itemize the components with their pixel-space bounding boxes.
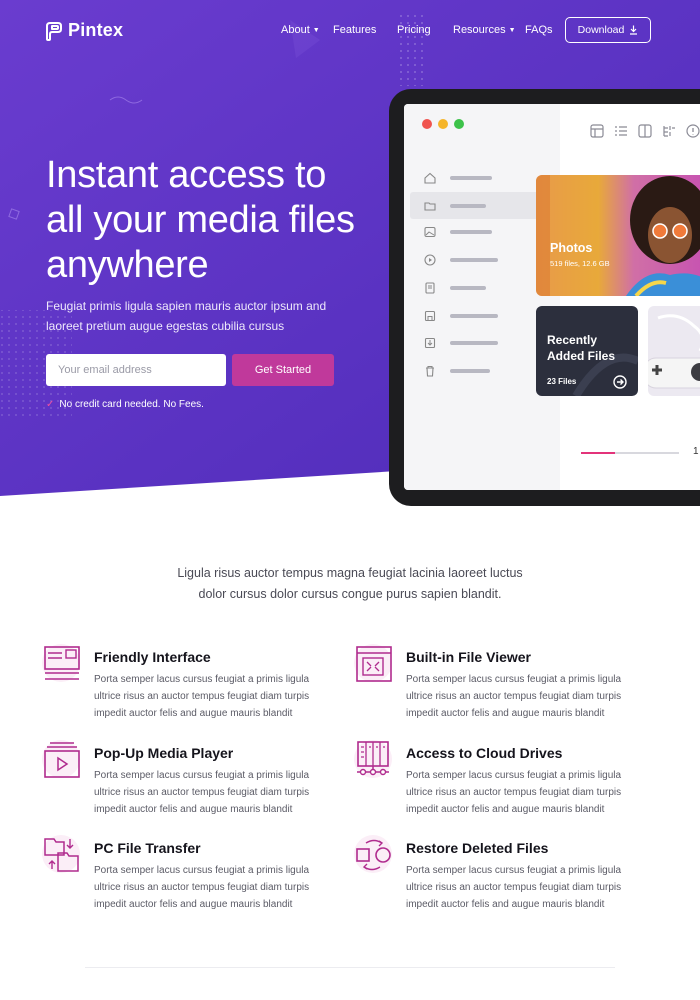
brand-logo[interactable]: Pintex — [46, 20, 123, 41]
grid-view-icon[interactable] — [590, 124, 604, 138]
sidebar-placeholder-bar — [450, 203, 486, 208]
nav-about[interactable]: About ▼ — [281, 24, 320, 36]
sidebar-placeholder-bar — [450, 369, 490, 373]
document-icon — [425, 282, 435, 294]
brand-name: Pintex — [68, 20, 124, 40]
sidebar-placeholder-bar — [450, 314, 498, 318]
sidebar-item-downloads[interactable] — [424, 333, 544, 353]
logo-icon — [46, 21, 62, 41]
features-intro: Ligula risus auctor tempus magna feugiat… — [0, 563, 700, 604]
info-icon[interactable] — [686, 124, 700, 138]
feature-description: Porta semper lacus cursus feugiat a prim… — [406, 865, 622, 910]
columns-view-icon[interactable] — [638, 124, 652, 138]
intro-line-2: dolor cursus dolor cursus congue purus s… — [198, 586, 502, 601]
nav-pricing[interactable]: Pricing — [397, 24, 431, 36]
app-preview-screen: Photos 519 files, 12.6 GB Recently Added… — [404, 104, 700, 490]
restore-files-icon — [354, 835, 392, 873]
feature-title: Friendly Interface — [94, 649, 211, 665]
sidebar-item-home[interactable] — [424, 168, 544, 188]
window-maximize-dot — [454, 119, 464, 129]
photos-card[interactable]: Photos 519 files, 12.6 GB — [536, 175, 700, 296]
get-started-button[interactable]: Get Started — [232, 354, 334, 386]
sidebar-placeholder-bar — [450, 341, 498, 345]
recent-files-card[interactable]: Recently Added Files 23 Files — [536, 306, 638, 396]
arrow-right-circle-icon[interactable] — [613, 375, 627, 389]
image-icon — [424, 226, 436, 238]
sidebar-item-archive[interactable] — [424, 306, 544, 326]
feature-title: Access to Cloud Drives — [406, 745, 563, 761]
photos-card-title: Photos — [550, 241, 593, 255]
feature-title: Restore Deleted Files — [406, 840, 549, 856]
progress-track — [581, 452, 679, 454]
chevron-down-icon: ▼ — [312, 26, 320, 34]
photos-card-image — [536, 175, 700, 296]
sidebar-item-images[interactable] — [424, 222, 544, 242]
tree-view-icon[interactable] — [662, 124, 676, 138]
sidebar-item-trash[interactable] — [424, 361, 544, 381]
recent-card-title-line2: Added Files — [547, 349, 616, 363]
feature-description: Porta semper lacus cursus feugiat a prim… — [94, 865, 310, 910]
play-circle-icon — [424, 254, 436, 266]
feature-description: Porta semper lacus cursus feugiat a prim… — [406, 770, 622, 815]
download-icon — [630, 25, 638, 35]
feature-description: Porta semper lacus cursus feugiat a prim… — [94, 770, 310, 815]
folder-icon — [424, 201, 436, 211]
list-view-icon[interactable] — [614, 124, 628, 138]
trash-icon — [426, 365, 434, 377]
checkmark-icon: ✓ — [46, 399, 55, 410]
progress-fill — [581, 452, 616, 454]
chevron-down-icon: ▼ — [508, 26, 516, 34]
sidebar-placeholder-bar — [450, 258, 498, 262]
feature-description: Porta semper lacus cursus feugiat a prim… — [406, 674, 622, 719]
sidebar-placeholder-bar — [450, 230, 492, 234]
view-toolbar — [590, 124, 700, 138]
page-number: 1 — [693, 446, 699, 457]
intro-line-1: Ligula risus auctor tempus magna feugiat… — [177, 566, 523, 580]
feature-title: Pop-Up Media Player — [94, 745, 234, 761]
interface-icon — [42, 644, 80, 682]
cloud-drives-icon — [354, 740, 392, 778]
save-icon — [424, 310, 436, 322]
download-box-icon — [424, 337, 436, 349]
app-sidebar — [404, 104, 560, 490]
hero-subtitle: Feugiat primis ligula sapien mauris auct… — [46, 299, 327, 333]
section-divider — [85, 967, 615, 968]
window-minimize-dot — [438, 119, 448, 129]
download-button[interactable]: Download — [565, 17, 651, 43]
no-fees-note: ✓ No credit card needed. No Fees. — [46, 399, 204, 410]
feature-title: Built-in File Viewer — [406, 649, 531, 665]
nav-resources[interactable]: Resources ▼ — [453, 24, 516, 36]
nav-faqs[interactable]: FAQs — [525, 24, 553, 36]
download-label: Download — [577, 24, 625, 36]
recent-card-title-line1: Recently — [547, 333, 598, 347]
sidebar-placeholder-bar — [450, 176, 492, 180]
window-close-dot — [422, 119, 432, 129]
nav-features[interactable]: Features — [333, 24, 376, 36]
file-viewer-icon — [354, 644, 392, 682]
feature-title: PC File Transfer — [94, 840, 201, 856]
hero-title: Instant access to all your media files a… — [46, 154, 355, 286]
sidebar-placeholder-bar — [450, 286, 486, 290]
file-transfer-icon — [42, 835, 80, 873]
sidebar-item-documents[interactable] — [424, 278, 544, 298]
home-icon — [424, 172, 436, 184]
media-player-icon — [42, 740, 80, 778]
photos-card-meta: 519 files, 12.6 GB — [550, 259, 610, 268]
feature-description: Porta semper lacus cursus feugiat a prim… — [94, 674, 310, 719]
sidebar-item-media[interactable] — [424, 250, 544, 270]
gaming-card[interactable] — [648, 306, 700, 396]
game-controller-image — [648, 314, 700, 389]
top-nav: Pintex About ▼ Features Pricing Resources… — [0, 0, 700, 62]
email-input[interactable]: Your email address — [46, 354, 226, 386]
recent-card-meta: 23 Files — [547, 377, 577, 386]
no-fees-text: No credit card needed. No Fees. — [59, 399, 204, 410]
